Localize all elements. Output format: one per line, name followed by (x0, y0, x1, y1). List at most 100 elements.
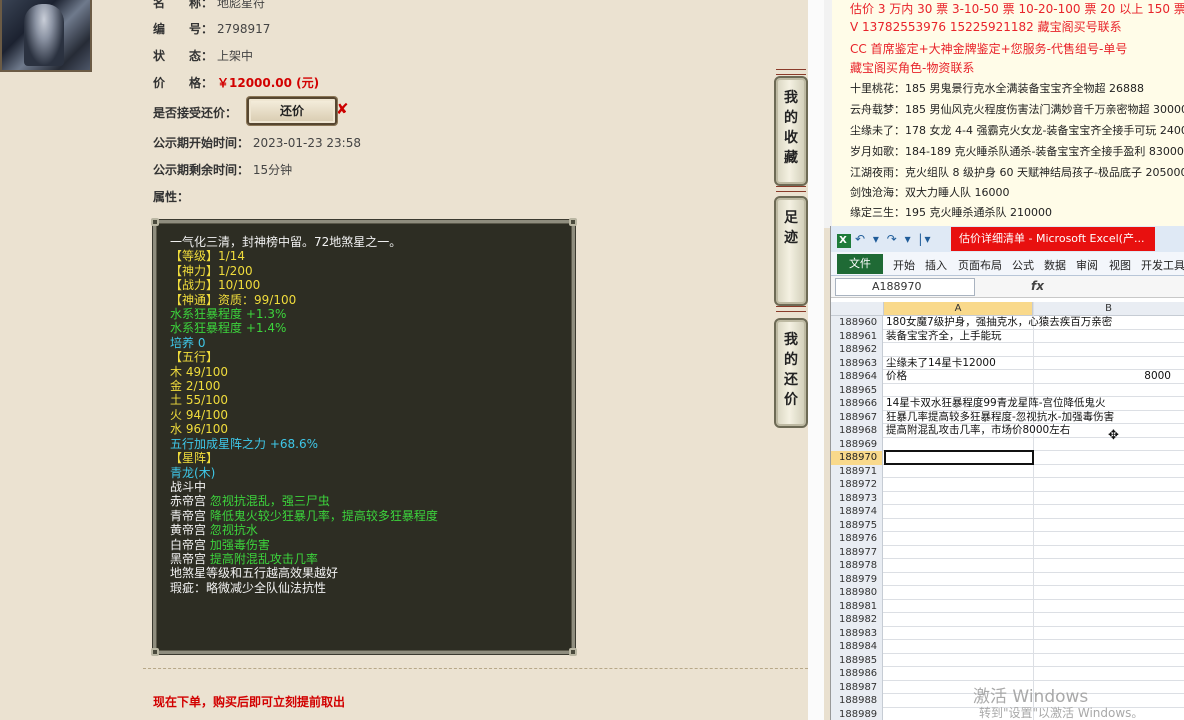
game-item-page: 名 称： 地彪星符 编 号： 2798917 状 态： 上架中 价 格： ￥12000.… (0, 0, 808, 720)
attribute-line: 水系狂暴程度 +1.3% (170, 307, 558, 321)
cell-a[interactable]: 价格 (886, 370, 907, 383)
tab-page-layout[interactable]: 页面布局 (958, 257, 1002, 273)
row-number[interactable]: 188960 (831, 316, 883, 330)
row-number[interactable]: 188979 (831, 572, 883, 586)
name-box[interactable]: A188970 (835, 278, 975, 296)
cell-a[interactable]: 180女魔7级护身，强抽克水，心猿去疾百万亲密 (886, 316, 1112, 329)
tab-view[interactable]: 视图 (1109, 257, 1131, 273)
tab-footprints[interactable]: 足迹 (774, 196, 808, 306)
row-number[interactable]: 188971 (831, 464, 883, 478)
sheet-row: 188966 14星卡双水狂暴程度99青龙星阵-宫位降低鬼火 (831, 397, 1184, 411)
tab-home[interactable]: 开始 (893, 257, 915, 273)
sheet-row: 188979 (831, 572, 1184, 586)
cell-a[interactable]: 装备宝宝齐全，上手能玩 (886, 330, 1002, 343)
row-number[interactable]: 188989 (831, 707, 883, 720)
attribute-text: 【五行】 (170, 350, 219, 365)
row-number[interactable]: 188976 (831, 532, 883, 546)
row-number[interactable]: 188984 (831, 640, 883, 654)
excel-title-bar: X ↶ ▾ ↷ ▾ |▾ 估价详细清单 - Microsoft Excel(产..… (831, 226, 1184, 252)
row-number[interactable]: 188969 (831, 437, 883, 451)
select-all-corner[interactable] (831, 302, 884, 316)
cell-a[interactable]: 尘缘未了14星卡12000 (886, 357, 996, 370)
row-number[interactable]: 188968 (831, 424, 883, 438)
fx-icon[interactable]: fx (1031, 279, 1044, 293)
attribute-line: 【五行】 (170, 350, 558, 364)
sheet-row: 188960 180女魔7级护身，强抽克水，心猿去疾百万亲密 (831, 316, 1184, 330)
row-number[interactable]: 188983 (831, 626, 883, 640)
attribute-text: 青龙(木) (170, 465, 216, 480)
tab-char: 还 (784, 372, 798, 388)
sheet-row: 188963 尘缘未了14星卡12000 (831, 356, 1184, 370)
row-number[interactable]: 188987 (831, 680, 883, 694)
tab-insert[interactable]: 插入 (925, 257, 947, 273)
row-number[interactable]: 188977 (831, 545, 883, 559)
row-number[interactable]: 188964 (831, 370, 883, 384)
start-time-label: 公示期开始时间： (153, 136, 250, 150)
tab-developer[interactable]: 开发工具 (1141, 257, 1184, 273)
row-number[interactable]: 188986 (831, 667, 883, 681)
panel-corner (151, 218, 159, 226)
panel-corner (151, 648, 159, 656)
sheet-row: 188976 (831, 532, 1184, 546)
cell-a[interactable]: 提高附混乱攻击几率，市场价8000左右 (886, 424, 1070, 437)
row-number[interactable]: 188961 (831, 329, 883, 343)
cell-b[interactable]: 8000 (1031, 370, 1171, 383)
row-number[interactable]: 188966 (831, 397, 883, 411)
row-number[interactable]: 188962 (831, 343, 883, 357)
move-cursor-icon: ✥ (1108, 428, 1119, 443)
row-number[interactable]: 188973 (831, 491, 883, 505)
row-number[interactable]: 188970 (831, 451, 883, 465)
row-number[interactable]: 188980 (831, 586, 883, 600)
row-number[interactable]: 188965 (831, 383, 883, 397)
haggle-button[interactable]: 还价 (247, 97, 337, 125)
row-number[interactable]: 188988 (831, 694, 883, 708)
notes-document: 估价 3 万内 30 票 3-10-50 票 10-20-100 票 20 以上… (824, 0, 1184, 228)
tab-my-offers[interactable]: 我的还价 (774, 318, 808, 428)
row-number[interactable]: 188974 (831, 505, 883, 519)
row-number[interactable]: 188978 (831, 559, 883, 573)
attribute-effect: 降低鬼火较少狂暴几率，提高较多狂暴程度 (209, 508, 438, 523)
sheet-row: 188982 (831, 613, 1184, 627)
row-number[interactable]: 188985 (831, 653, 883, 667)
sheet-row: 188983 (831, 626, 1184, 640)
sheet-row: 188973 (831, 491, 1184, 505)
tab-data[interactable]: 数据 (1044, 257, 1066, 273)
row-number[interactable]: 188982 (831, 613, 883, 627)
note-line: 估价 3 万内 30 票 3-10-50 票 10-20-100 票 20 以上… (850, 2, 1184, 16)
status-value: 上架中 (217, 49, 254, 63)
tab-formulas[interactable]: 公式 (1012, 257, 1034, 273)
attribute-text: 【战力】10/100 (170, 278, 261, 293)
attribute-line: 【等级】1/14 (170, 249, 558, 263)
active-cell-box (884, 450, 1034, 465)
quick-access-toolbar[interactable]: X ↶ ▾ ↷ ▾ |▾ (837, 232, 932, 248)
note-line: 缘定三生：195 克火睡杀通杀队 210000 (850, 206, 1052, 219)
tab-char: 足 (784, 210, 798, 226)
row-number[interactable]: 188972 (831, 478, 883, 492)
row-number[interactable]: 188981 (831, 599, 883, 613)
column-header-b[interactable]: B (1033, 302, 1184, 316)
status-label: 状 态： (153, 49, 214, 63)
tab-connector (776, 186, 806, 192)
note-line: 岁月如歌：184-189 克火睡杀队通杀-装备宝宝齐全接手盈利 83000 (850, 145, 1184, 158)
attribute-text: 培养 0 (170, 335, 206, 350)
sheet-grid[interactable]: 188960 180女魔7级护身，强抽克水，心猿去疾百万亲密 188961 装备宝宝齐… (831, 316, 1184, 720)
file-tab[interactable]: 文件 (837, 254, 883, 274)
sheet-row: 188971 (831, 464, 1184, 478)
attribute-text: 【等级】1/14 (170, 249, 245, 264)
cell-a[interactable]: 14星卡双水狂暴程度99青龙星阵-宫位降低鬼火 (886, 397, 1106, 410)
tab-my-favorites[interactable]: 我的收藏 (774, 76, 808, 186)
notes-margin (824, 0, 832, 228)
column-header-a[interactable]: A (884, 302, 1033, 316)
cell-a[interactable]: 狂暴几率提高较多狂暴程度-忽视抗水-加强毒伤害 (886, 411, 1114, 424)
attr-row: 属性： (153, 188, 189, 205)
id-row: 编 号： 2798917 (153, 20, 270, 37)
tab-char: 的 (784, 352, 798, 368)
row-number[interactable]: 188963 (831, 356, 883, 370)
window-divider (808, 0, 824, 720)
attribute-line: 木 49/100 (170, 365, 558, 379)
attribute-panel: 一气化三清，封神榜中留。72地煞星之一。 【等级】1/14 【神力】1/200 【战力… (151, 218, 577, 656)
row-number[interactable]: 188967 (831, 410, 883, 424)
tab-review[interactable]: 审阅 (1076, 257, 1098, 273)
row-number[interactable]: 188975 (831, 518, 883, 532)
attribute-line: 水 96/100 (170, 422, 558, 436)
